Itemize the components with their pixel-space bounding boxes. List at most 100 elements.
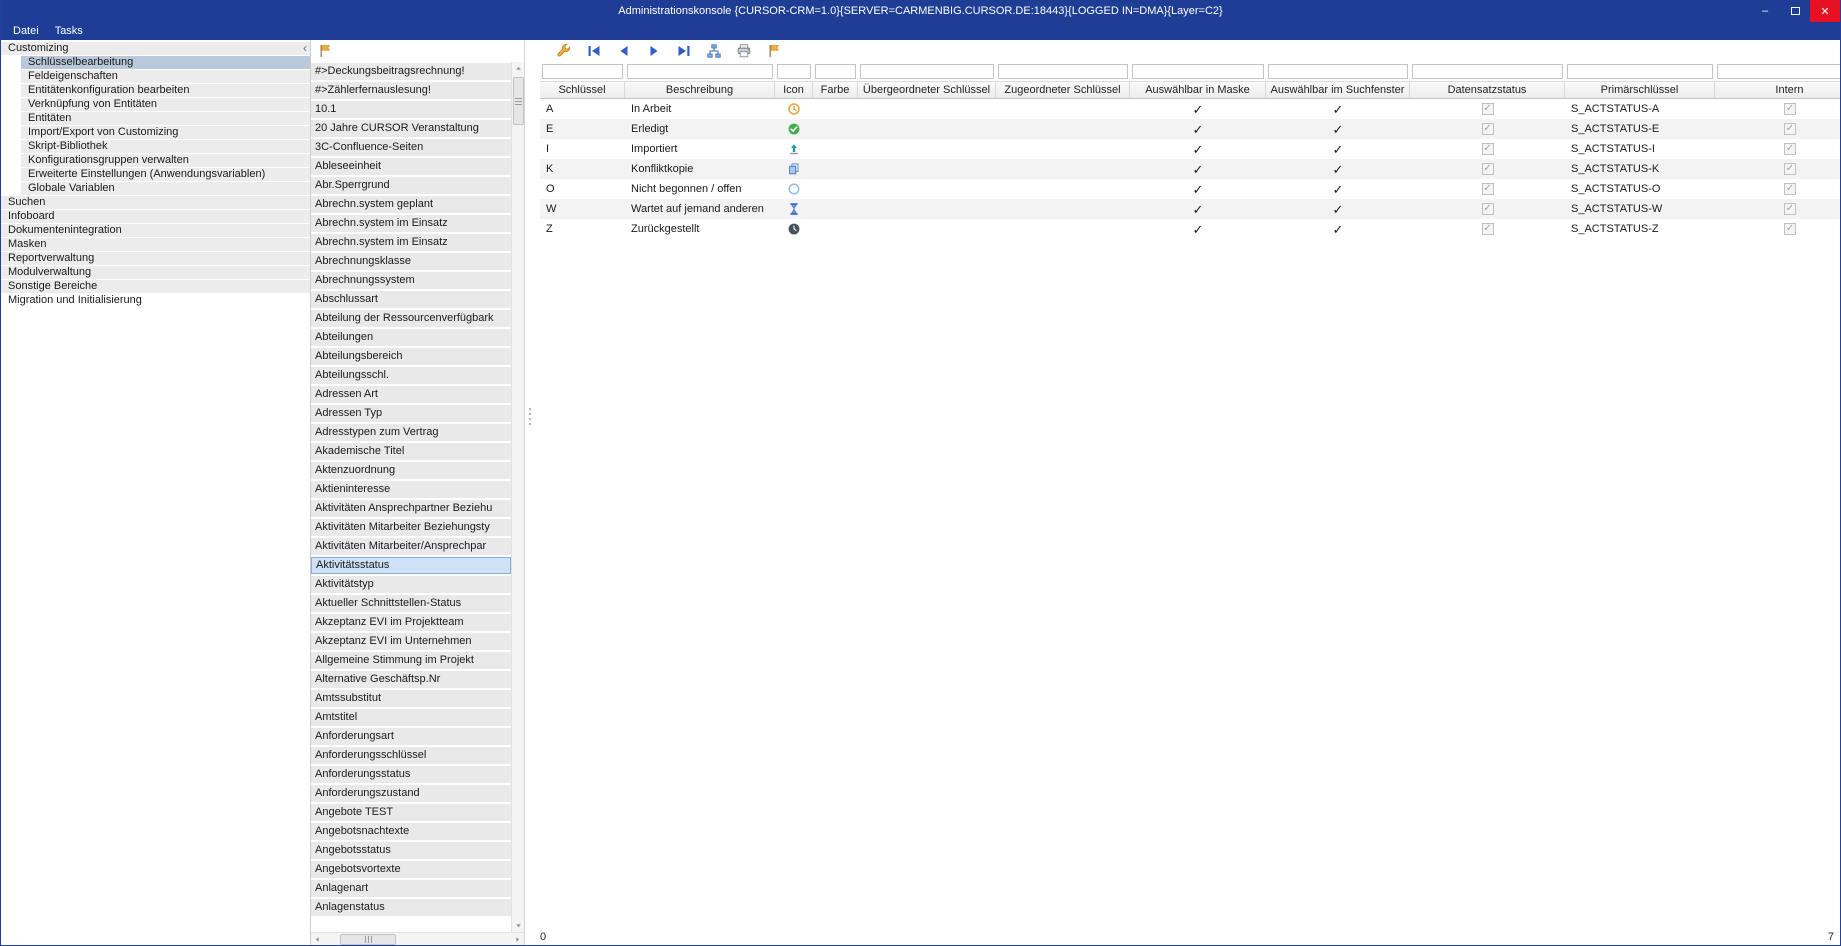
list-item[interactable]: Angebotsnachtexte bbox=[311, 823, 511, 840]
list-item[interactable]: Abschlussart bbox=[311, 291, 511, 308]
checkmark-icon[interactable]: ✓ bbox=[1333, 183, 1344, 196]
checkmark-icon[interactable]: ✓ bbox=[1193, 103, 1204, 116]
filter-input-datensatzstatus[interactable] bbox=[1412, 64, 1563, 79]
sidebar-item-sonstige-bereiche[interactable]: Sonstige Bereiche bbox=[1, 280, 310, 293]
sidebar-collapse-icon[interactable]: ‹ bbox=[303, 43, 307, 53]
list-item[interactable]: #>Zählerfernauslesung! bbox=[311, 82, 511, 99]
filter-input-zugeordneter-schl-ssel[interactable] bbox=[998, 64, 1128, 79]
list-item[interactable]: 20 Jahre CURSOR Veranstaltung bbox=[311, 120, 511, 137]
scroll-right-icon[interactable] bbox=[511, 933, 524, 946]
list-item[interactable]: Akzeptanz EVI im Unternehmen bbox=[311, 633, 511, 650]
key-hierarchy-button[interactable] bbox=[705, 42, 723, 60]
list-item[interactable]: Abteilung der Ressourcenverfügbark bbox=[311, 310, 511, 327]
list-item[interactable]: Alternative Geschäftsp.Nr bbox=[311, 671, 511, 688]
checkmark-icon[interactable]: ✓ bbox=[1333, 203, 1344, 216]
table-row[interactable]: EErledigt✓✓✓S_ACTSTATUS-E✓ bbox=[540, 119, 1840, 139]
minimize-button[interactable]: – bbox=[1750, 0, 1780, 22]
list-item[interactable]: Akzeptanz EVI im Projektteam bbox=[311, 614, 511, 631]
scroll-down-icon[interactable] bbox=[512, 919, 525, 932]
table-row[interactable]: ZZurückgestellt✓✓✓S_ACTSTATUS-Z✓ bbox=[540, 219, 1840, 239]
checkbox-checked-disabled-icon[interactable]: ✓ bbox=[1482, 123, 1494, 135]
last-record-button[interactable] bbox=[675, 42, 693, 60]
list-item[interactable]: Aktivitätstyp bbox=[311, 576, 511, 593]
menu-item-datei[interactable]: Datei bbox=[5, 22, 47, 40]
sidebar-item-feldeigenschaften[interactable]: Feldeigenschaften bbox=[21, 70, 310, 83]
filter-input-bergeordneter-schl-ssel[interactable] bbox=[860, 64, 994, 79]
checkbox-checked-disabled-icon[interactable]: ✓ bbox=[1784, 103, 1796, 115]
list-item[interactable]: Allgemeine Stimmung im Projekt bbox=[311, 652, 511, 669]
list-item[interactable]: Angebotsvortexte bbox=[311, 861, 511, 878]
list-item[interactable]: Aktivitätsstatus bbox=[311, 557, 511, 574]
sidebar-item-customizing[interactable]: Customizing bbox=[1, 42, 310, 55]
list-item[interactable]: Abr.Sperrgrund bbox=[311, 177, 511, 194]
list-item[interactable]: Adresstypen zum Vertrag bbox=[311, 424, 511, 441]
checkmark-icon[interactable]: ✓ bbox=[1193, 163, 1204, 176]
checkbox-checked-disabled-icon[interactable]: ✓ bbox=[1482, 163, 1494, 175]
list-item[interactable]: Adressen Typ bbox=[311, 405, 511, 422]
filter-input-farbe[interactable] bbox=[815, 64, 856, 79]
list-item[interactable]: #>Deckungsbeitragsrechnung! bbox=[311, 63, 511, 80]
list-item[interactable]: Anforderungsart bbox=[311, 728, 511, 745]
edit-key-button[interactable] bbox=[555, 42, 573, 60]
splitter-handle[interactable] bbox=[525, 40, 535, 945]
checkmark-icon[interactable]: ✓ bbox=[1193, 223, 1204, 236]
column-header-prim-rschl-ssel[interactable]: Primärschlüssel bbox=[1565, 82, 1715, 98]
list-item[interactable]: Abrechn.system im Einsatz bbox=[311, 234, 511, 251]
new-key-button[interactable] bbox=[765, 42, 783, 60]
sidebar-item-schl-sselbearbeitung[interactable]: Schlüsselbearbeitung bbox=[21, 56, 310, 69]
list-item[interactable]: Abteilungsbereich bbox=[311, 348, 511, 365]
list-item[interactable]: Abrechn.system geplant bbox=[311, 196, 511, 213]
column-header-zugeordneter-schl-ssel[interactable]: Zugeordneter Schlüssel bbox=[996, 82, 1130, 98]
sidebar-item-suchen[interactable]: Suchen bbox=[1, 196, 310, 209]
list-item[interactable]: Aktivitäten Mitarbeiter Beziehungsty bbox=[311, 519, 511, 536]
next-record-button[interactable] bbox=[645, 42, 663, 60]
list-item[interactable]: Aktivitäten Ansprechpartner Beziehu bbox=[311, 500, 511, 517]
table-row[interactable]: KKonfliktkopie✓✓✓S_ACTSTATUS-K✓ bbox=[540, 159, 1840, 179]
sidebar-item-verkn-pfung-von-entit-ten[interactable]: Verknüpfung von Entitäten bbox=[21, 98, 310, 111]
filter-input-ausw-hlbar-im-suchfenster[interactable] bbox=[1268, 64, 1408, 79]
filter-input-icon[interactable] bbox=[777, 64, 811, 79]
list-item[interactable]: Aktivitäten Mitarbeiter/Ansprechpar bbox=[311, 538, 511, 555]
list-item[interactable]: Aktueller Schnittstellen-Status bbox=[311, 595, 511, 612]
sidebar-item-import-export-von-customizing[interactable]: Import/Export von Customizing bbox=[21, 126, 310, 139]
checkbox-checked-disabled-icon[interactable]: ✓ bbox=[1482, 143, 1494, 155]
list-item[interactable]: Anlagenstatus bbox=[311, 899, 511, 916]
sidebar-item-infoboard[interactable]: Infoboard bbox=[1, 210, 310, 223]
column-header-ausw-hlbar-in-maske[interactable]: Auswählbar in Maske bbox=[1130, 82, 1266, 98]
filter-input-prim-rschl-ssel[interactable] bbox=[1567, 64, 1713, 79]
table-row[interactable]: WWartet auf jemand anderen✓✓✓S_ACTSTATUS… bbox=[540, 199, 1840, 219]
filter-input-ausw-hlbar-in-maske[interactable] bbox=[1132, 64, 1264, 79]
list-item[interactable]: Amtstitel bbox=[311, 709, 511, 726]
checkmark-icon[interactable]: ✓ bbox=[1333, 143, 1344, 156]
scrollbar-thumb[interactable] bbox=[513, 77, 524, 125]
list-item[interactable]: Abrechnungsklasse bbox=[311, 253, 511, 270]
checkmark-icon[interactable]: ✓ bbox=[1193, 203, 1204, 216]
checkbox-checked-disabled-icon[interactable]: ✓ bbox=[1784, 163, 1796, 175]
list-item[interactable]: Anforderungszustand bbox=[311, 785, 511, 802]
list-item[interactable]: Abrechnungssystem bbox=[311, 272, 511, 289]
list-item[interactable]: Aktenzuordnung bbox=[311, 462, 511, 479]
checkbox-checked-disabled-icon[interactable]: ✓ bbox=[1482, 103, 1494, 115]
sidebar-item-dokumentenintegration[interactable]: Dokumentenintegration bbox=[1, 224, 310, 237]
vertical-scrollbar[interactable] bbox=[511, 62, 524, 932]
column-header-farbe[interactable]: Farbe bbox=[813, 82, 858, 98]
sidebar-item-masken[interactable]: Masken bbox=[1, 238, 310, 251]
previous-record-button[interactable] bbox=[615, 42, 633, 60]
list-item[interactable]: Akademische Titel bbox=[311, 443, 511, 460]
checkbox-checked-disabled-icon[interactable]: ✓ bbox=[1784, 183, 1796, 195]
checkbox-checked-disabled-icon[interactable]: ✓ bbox=[1784, 223, 1796, 235]
scroll-left-icon[interactable] bbox=[311, 933, 324, 946]
filter-input-beschreibung[interactable] bbox=[627, 64, 773, 79]
table-row[interactable]: ONicht begonnen / offen✓✓✓S_ACTSTATUS-O✓ bbox=[540, 179, 1840, 199]
table-row[interactable]: AIn Arbeit✓✓✓S_ACTSTATUS-A✓ bbox=[540, 99, 1840, 119]
filter-input-intern[interactable] bbox=[1717, 64, 1840, 79]
column-header-bergeordneter-schl-ssel[interactable]: Übergeordneter Schlüssel bbox=[858, 82, 996, 98]
list-item[interactable]: Amtssubstitut bbox=[311, 690, 511, 707]
checkmark-icon[interactable]: ✓ bbox=[1333, 103, 1344, 116]
list-item[interactable]: Aktieninteresse bbox=[311, 481, 511, 498]
checkbox-checked-disabled-icon[interactable]: ✓ bbox=[1784, 123, 1796, 135]
checkmark-icon[interactable]: ✓ bbox=[1193, 123, 1204, 136]
horizontal-scrollbar[interactable] bbox=[311, 932, 524, 945]
print-button[interactable] bbox=[735, 42, 753, 60]
column-header-beschreibung[interactable]: Beschreibung bbox=[625, 82, 775, 98]
